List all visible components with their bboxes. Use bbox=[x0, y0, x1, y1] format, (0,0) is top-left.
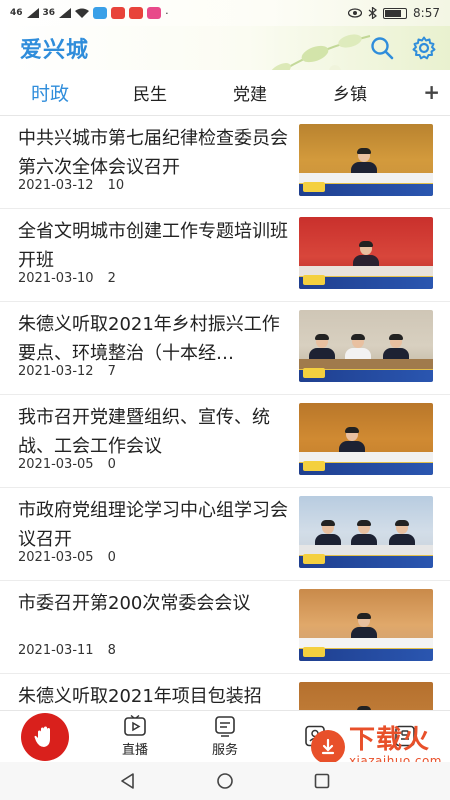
more-notifications-icon: · bbox=[165, 6, 169, 20]
news-title: 市委召开第200次常委会会议 bbox=[18, 593, 251, 614]
news-meta: 2021-03-10 2 bbox=[18, 271, 116, 286]
tab-xiangzhen[interactable]: 乡镇 bbox=[300, 80, 400, 105]
news-date: 2021-03-11 bbox=[18, 643, 94, 658]
eye-icon bbox=[348, 8, 363, 18]
news-title: 朱德义听取2021年乡村振兴工作要点、环境整治（十本经… bbox=[18, 314, 280, 364]
app-title: 爱兴城 bbox=[20, 38, 90, 63]
notification-app-icon bbox=[93, 7, 108, 19]
news-thumbnail bbox=[299, 124, 433, 196]
news-item[interactable]: 中共兴城市第七届纪律检查委员会第六次全体会议召开 2021-03-12 10 bbox=[0, 116, 450, 209]
signal-indicator-1: 46 bbox=[10, 8, 23, 18]
news-date: 2021-03-05 bbox=[18, 550, 94, 565]
signal-icon-2 bbox=[59, 8, 72, 18]
nav-live-label: 直播 bbox=[121, 743, 148, 758]
news-thumbnail bbox=[299, 403, 433, 475]
notification-app-icon bbox=[129, 7, 144, 19]
status-bar: 46 36 · 8:57 bbox=[0, 0, 450, 26]
news-date: 2021-03-12 bbox=[18, 178, 94, 193]
bluetooth-icon bbox=[368, 7, 378, 19]
news-item[interactable]: 朱德义听取2021年乡村振兴工作要点、环境整治（十本经… 2021-03-12 7 bbox=[0, 302, 450, 395]
news-thumbnail bbox=[299, 682, 433, 710]
nav-home-button[interactable] bbox=[21, 712, 69, 761]
news-thumbnail bbox=[299, 589, 433, 661]
signal-icon bbox=[26, 8, 39, 18]
news-meta: 2021-03-05 0 bbox=[18, 457, 116, 472]
news-title: 市政府党组理论学习中心组学习会议召开 bbox=[18, 500, 288, 550]
watermark-main-text: 下载火 bbox=[348, 725, 430, 755]
hand-icon bbox=[34, 726, 50, 747]
news-thumbnail bbox=[299, 310, 433, 382]
news-item[interactable]: 朱德义听取2021年项目包装招 bbox=[0, 674, 450, 710]
news-meta: 2021-03-12 10 bbox=[18, 178, 124, 193]
tab-minsheng[interactable]: 民生 bbox=[100, 80, 200, 105]
add-tab-button[interactable]: + bbox=[423, 80, 440, 104]
category-tabs: 时政 民生 党建 乡镇 + bbox=[0, 70, 450, 116]
news-title: 我市召开党建暨组织、宣传、统战、工会工作会议 bbox=[18, 407, 270, 457]
news-thumbnail bbox=[299, 217, 433, 289]
news-view-count: 10 bbox=[107, 178, 125, 193]
signal-indicator-2: 36 bbox=[42, 8, 56, 18]
news-date: 2021-03-05 bbox=[18, 457, 94, 472]
news-meta: 2021-03-11 8 bbox=[18, 643, 116, 658]
news-view-count: 2 bbox=[107, 271, 116, 286]
tab-shizheng[interactable]: 时政 bbox=[0, 79, 100, 106]
news-item[interactable]: 市政府党组理论学习中心组学习会议召开 2021-03-05 0 bbox=[0, 488, 450, 581]
live-icon bbox=[124, 715, 146, 736]
nav-live[interactable]: 直播 bbox=[90, 715, 180, 758]
battery-icon bbox=[383, 7, 408, 19]
news-meta: 2021-03-12 7 bbox=[18, 364, 116, 379]
news-meta: 2021-03-05 0 bbox=[18, 550, 116, 565]
back-icon[interactable] bbox=[119, 772, 137, 790]
nav-service[interactable]: 服务 bbox=[180, 715, 270, 758]
clock: 8:57 bbox=[413, 6, 440, 20]
news-item[interactable]: 我市召开党建暨组织、宣传、统战、工会工作会议 2021-03-05 0 bbox=[0, 395, 450, 488]
gear-icon[interactable] bbox=[412, 36, 436, 60]
news-title: 朱德义听取2021年项目包装招 bbox=[18, 686, 262, 707]
service-icon bbox=[215, 716, 235, 737]
system-navigation-bar bbox=[0, 762, 450, 800]
news-view-count: 0 bbox=[107, 550, 116, 565]
notification-app-icon bbox=[111, 7, 126, 19]
news-item[interactable]: 市委召开第200次常委会会议 2021-03-11 8 bbox=[0, 581, 450, 674]
news-view-count: 0 bbox=[107, 457, 116, 472]
search-icon[interactable] bbox=[370, 36, 394, 60]
news-title: 全省文明城市创建工作专题培训班开班 bbox=[18, 221, 288, 271]
news-date: 2021-03-10 bbox=[18, 271, 94, 286]
notification-app-icon bbox=[147, 7, 162, 19]
news-item[interactable]: 全省文明城市创建工作专题培训班开班 2021-03-10 2 bbox=[0, 209, 450, 302]
download-icon bbox=[310, 730, 345, 764]
news-thumbnail bbox=[299, 496, 433, 568]
home-icon[interactable] bbox=[216, 772, 234, 790]
recents-icon[interactable] bbox=[313, 772, 331, 790]
news-title: 中共兴城市第七届纪律检查委员会第六次全体会议召开 bbox=[18, 128, 288, 178]
tab-dangjian[interactable]: 党建 bbox=[200, 80, 300, 105]
news-date: 2021-03-12 bbox=[18, 364, 94, 379]
wifi-icon bbox=[75, 8, 90, 18]
news-view-count: 8 bbox=[107, 643, 116, 658]
nav-service-label: 服务 bbox=[211, 743, 238, 758]
app-header: 爱兴城 bbox=[0, 26, 450, 70]
flower-decoration-icon bbox=[269, 34, 371, 70]
news-view-count: 7 bbox=[107, 364, 116, 379]
news-list: 中共兴城市第七届纪律检查委员会第六次全体会议召开 2021-03-12 10 全省… bbox=[0, 116, 450, 710]
